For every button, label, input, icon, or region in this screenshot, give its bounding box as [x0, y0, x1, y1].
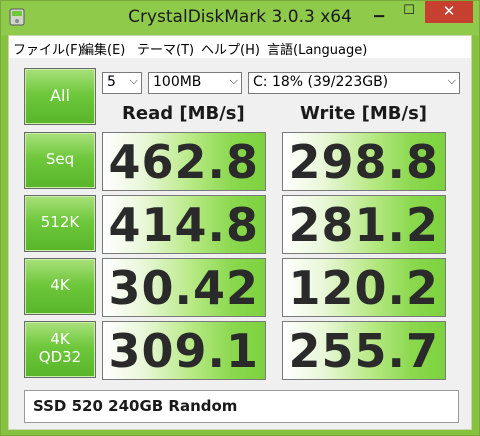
test-count-value: 5 [107, 74, 116, 90]
test-count-select[interactable]: 5 ⌵ [102, 72, 142, 94]
row-label: Seq [45, 150, 75, 168]
run-all-label: All [50, 86, 70, 105]
4k-write-value: 120.2 [282, 258, 446, 317]
menu-language[interactable]: 言語(Language) [267, 39, 367, 58]
menu-theme[interactable]: テーマ(T) [137, 39, 194, 58]
chevron-down-icon: ⌵ [447, 74, 456, 87]
comment-text: SSD 520 240GB Random [33, 397, 238, 415]
drive-value: C: 18% (39/223GB) [253, 74, 389, 90]
menu-file[interactable]: ファイル(F) [13, 39, 83, 58]
row-label: 512K [40, 213, 80, 231]
4k-qd32-read-text: 309.1 [108, 324, 259, 378]
minimize-button[interactable]: ▁ [365, 1, 393, 23]
seq-read-text: 462.8 [108, 135, 259, 189]
run-512k-button[interactable]: 512K [24, 195, 96, 252]
close-button[interactable]: ✕ [425, 1, 473, 23]
row-label-qd: QD32 [38, 348, 82, 366]
seq-write-text: 298.8 [288, 135, 439, 189]
test-size-select[interactable]: 100MB ⌵ [148, 72, 242, 94]
benchmark-panel: All 5 ⌵ 100MB ⌵ C: 18% (39/223GB) ⌵ Read… [9, 58, 471, 429]
row-label: 4K [50, 276, 70, 294]
512k-write-value: 281.2 [282, 195, 446, 254]
app-window: CrystalDiskMark 3.0.3 x64 ▁ ☐ ✕ ファイル(F) … [0, 0, 480, 436]
write-header: Write [MB/s] [300, 103, 428, 124]
4k-qd32-write-value: 255.7 [282, 321, 446, 380]
chevron-down-icon: ⌵ [129, 74, 138, 87]
title-bar[interactable]: CrystalDiskMark 3.0.3 x64 ▁ ☐ ✕ [1, 1, 479, 35]
512k-read-value: 414.8 [102, 195, 266, 254]
test-size-value: 100MB [153, 74, 202, 90]
seq-read-value: 462.8 [102, 132, 266, 191]
chevron-down-icon: ⌵ [229, 74, 238, 87]
512k-write-text: 281.2 [288, 198, 439, 252]
comment-field[interactable]: SSD 520 240GB Random [24, 390, 459, 423]
client-area: ファイル(F) 編集(E) テーマ(T) ヘルプ(H) 言語(Language)… [8, 35, 472, 430]
read-header: Read [MB/s] [122, 103, 245, 124]
run-all-button[interactable]: All [24, 68, 96, 125]
4k-write-text: 120.2 [288, 261, 439, 315]
menu-edit[interactable]: 編集(E) [81, 39, 125, 58]
run-4k-qd32-button[interactable]: 4K QD32 [24, 321, 96, 378]
4k-qd32-read-value: 309.1 [102, 321, 266, 380]
4k-qd32-write-text: 255.7 [288, 324, 439, 378]
4k-read-value: 30.42 [102, 258, 266, 317]
maximize-button[interactable]: ☐ [395, 1, 423, 23]
row-label: 4K [50, 330, 70, 348]
4k-read-text: 30.42 [108, 261, 259, 315]
512k-read-text: 414.8 [108, 198, 259, 252]
run-seq-button[interactable]: Seq [24, 132, 96, 189]
drive-select[interactable]: C: 18% (39/223GB) ⌵ [248, 72, 460, 94]
seq-write-value: 298.8 [282, 132, 446, 191]
menu-bar: ファイル(F) 編集(E) テーマ(T) ヘルプ(H) 言語(Language) [9, 36, 471, 58]
run-4k-button[interactable]: 4K [24, 258, 96, 315]
menu-help[interactable]: ヘルプ(H) [201, 39, 260, 58]
